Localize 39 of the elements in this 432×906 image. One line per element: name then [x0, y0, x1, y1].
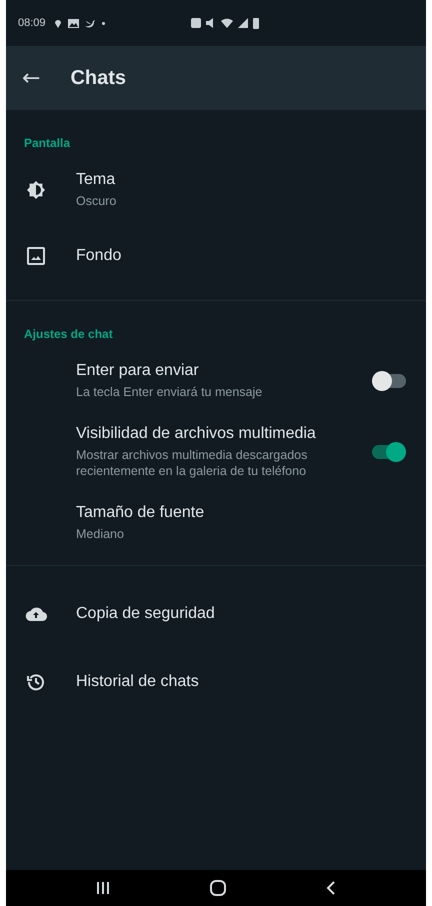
- toggle-switch[interactable]: [372, 445, 406, 459]
- dot-icon: [102, 22, 105, 24]
- history-icon: [26, 672, 46, 692]
- toggle-switch[interactable]: [372, 374, 406, 388]
- item-title: Fondo: [76, 247, 122, 265]
- item-title: Tamaño de fuente: [76, 504, 206, 522]
- brightness-icon: [26, 180, 46, 200]
- item-subtitle: Mostrar archivos multimedia descargados recientemente en la galeria de tu teléfono: [76, 447, 308, 479]
- settings-item[interactable]: Visibilidad de archivos multimedia Mostrar archivos multimedia descargados recientemente en la galeria de tu teléfono: [6, 413, 426, 491]
- cloud-upload-icon: [25, 606, 47, 622]
- item-title: Visibilidad de archivos multimedia: [76, 425, 317, 443]
- item-subtitle: La tecla Enter enviará tu mensaje: [76, 384, 264, 400]
- item-title: Copia de seguridad: [76, 605, 216, 623]
- back-button[interactable]: ←: [22, 66, 40, 90]
- image-icon: [68, 18, 79, 28]
- battery-icon: [252, 18, 259, 28]
- section-header: Ajustes de chat: [23, 327, 114, 343]
- location-pin-icon: [54, 18, 62, 28]
- mute-icon: [206, 18, 216, 28]
- status-time: 08:09: [18, 17, 46, 29]
- settings-item[interactable]: Tamaño de fuente Mediano: [6, 491, 426, 555]
- recent-apps-icon[interactable]: [96, 881, 110, 895]
- signal-icon: [238, 18, 248, 28]
- home-icon[interactable]: [210, 880, 226, 896]
- back-icon[interactable]: [326, 881, 336, 895]
- settings-item[interactable]: Enter para enviar La tecla Enter enviará tu mensaje: [6, 349, 426, 413]
- settings-item[interactable]: Tema Oscuro: [6, 158, 426, 222]
- item-title: Historial de chats: [76, 673, 200, 691]
- item-subtitle: Mediano: [76, 526, 125, 542]
- wallpaper-icon: [27, 247, 45, 265]
- screen-title: Chats: [70, 66, 126, 90]
- item-subtitle: Oscuro: [76, 193, 118, 209]
- settings-item[interactable]: Copia de seguridad: [6, 580, 426, 648]
- section-header: Pantalla: [23, 136, 72, 152]
- wifi-icon: [220, 18, 233, 28]
- item-title: Tema: [76, 171, 116, 189]
- settings-item[interactable]: Historial de chats: [6, 648, 426, 716]
- settings-item[interactable]: Fondo: [6, 222, 426, 290]
- item-title: Enter para enviar: [76, 362, 200, 380]
